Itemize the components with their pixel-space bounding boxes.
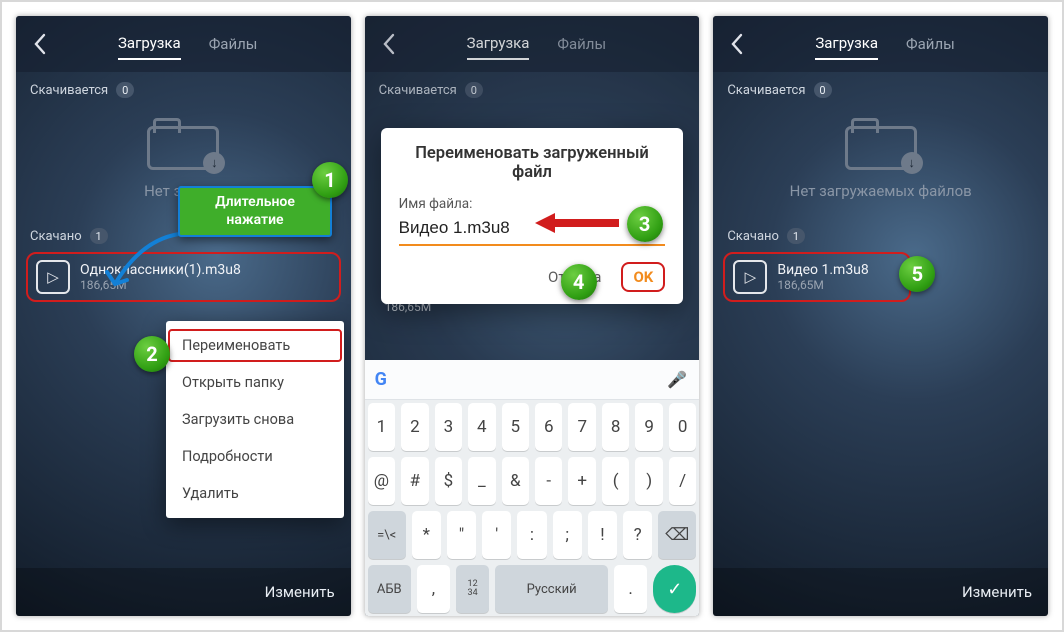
key-amp[interactable]: & (502, 457, 529, 505)
key-question[interactable]: ? (623, 511, 652, 559)
key-plus[interactable]: + (568, 457, 595, 505)
key-slash[interactable]: / (669, 457, 696, 505)
context-menu: Переименовать Открыть папку Загрузить сн… (166, 321, 344, 518)
edit-button[interactable]: Изменить (265, 583, 335, 601)
key-star[interactable]: * (412, 511, 441, 559)
tab-files[interactable]: Файлы (209, 29, 258, 59)
folder-download-icon: ↓ (845, 116, 917, 170)
video-file-icon: ▷ (733, 260, 767, 294)
google-logo-icon: G (375, 369, 387, 390)
downloaded-section: Скачано 1 (713, 218, 1048, 250)
onscreen-keyboard: G 🎤 1 2 3 4 5 6 7 8 9 0 @ # (365, 360, 700, 616)
file-size: 186,65M (777, 278, 868, 292)
key-hash[interactable]: # (401, 457, 428, 505)
kbd-row-2: @ # $ _ & - + ( ) / (365, 454, 700, 508)
key-colon[interactable]: : (517, 511, 546, 559)
tab-download[interactable]: Загрузка (815, 28, 878, 60)
key-backspace[interactable]: ⌫ (658, 511, 696, 559)
ok-button[interactable]: OK (621, 262, 665, 292)
kbd-row-1: 1 2 3 4 5 6 7 8 9 0 (365, 400, 700, 454)
kbd-row-3: =\< * " ' : ; ! ? ⌫ (365, 508, 700, 562)
ctx-reload[interactable]: Загрузить снова (166, 401, 344, 438)
key-squote[interactable]: ' (482, 511, 511, 559)
panel-3-after: Загрузка Файлы Скачивается 0 ↓ Нет загру… (713, 16, 1048, 616)
key-3[interactable]: 3 (435, 403, 462, 451)
tooltip-arrow-icon (101, 230, 191, 300)
ctx-delete[interactable]: Удалить (166, 475, 344, 512)
key-dot[interactable]: . (614, 565, 647, 613)
downloaded-file-item[interactable]: ▷ Видео 1.m3u8 186,65M (723, 252, 911, 302)
key-minus[interactable]: - (535, 457, 562, 505)
key-excl[interactable]: ! (588, 511, 617, 559)
red-arrow-icon (533, 210, 621, 236)
dialog-title: Переименовать загруженный файл (399, 144, 666, 182)
edit-button[interactable]: Изменить (962, 583, 1032, 601)
key-0[interactable]: 0 (669, 403, 696, 451)
downloading-label: Скачивается (30, 83, 108, 98)
folder-download-icon: ↓ (147, 116, 219, 170)
key-6[interactable]: 6 (535, 403, 562, 451)
downloading-label: Скачивается (727, 83, 805, 98)
key-at[interactable]: @ (368, 457, 395, 505)
key-space[interactable]: Русский (495, 565, 608, 613)
panel-2-rename-dialog: Загрузка Файлы Скачивается 0 186,65M Пер… (365, 16, 700, 616)
step-bubble-1: 1 (312, 162, 348, 198)
footer: Изменить (713, 568, 1048, 616)
key-2[interactable]: 2 (401, 403, 428, 451)
tabs: Загрузка Файлы (815, 28, 954, 60)
downloading-section: Скачивается 0 (16, 72, 351, 104)
tab-download[interactable]: Загрузка (118, 28, 181, 60)
topbar: Загрузка Файлы (16, 16, 351, 72)
key-dollar[interactable]: $ (435, 457, 462, 505)
key-enter[interactable]: ✓ (653, 565, 696, 613)
tab-files[interactable]: Файлы (906, 29, 955, 59)
step-bubble-4: 4 (561, 264, 597, 300)
empty-text: Нет загружаемых файлов (790, 182, 972, 200)
ctx-rename[interactable]: Переименовать (166, 327, 344, 364)
key-dquote[interactable]: " (447, 511, 476, 559)
video-file-icon: ▷ (36, 260, 70, 294)
topbar: Загрузка Файлы (713, 16, 1048, 72)
downloaded-count: 1 (787, 228, 805, 244)
ctx-open-folder[interactable]: Открыть папку (166, 364, 344, 401)
key-9[interactable]: 9 (635, 403, 662, 451)
key-comma[interactable]: , (417, 565, 450, 613)
key-semicolon[interactable]: ; (553, 511, 582, 559)
downloaded-label: Скачано (30, 229, 82, 244)
key-numfrac[interactable]: 12 34 (456, 565, 489, 613)
kbd-row-4: АБВ , 12 34 Русский . ✓ (365, 562, 700, 616)
empty-state: ↓ Нет загружаемых файлов (713, 104, 1048, 218)
key-underscore[interactable]: _ (468, 457, 495, 505)
long-press-tooltip: Длительное нажатие (178, 186, 332, 237)
key-8[interactable]: 8 (602, 403, 629, 451)
keyboard-suggestion-bar: G 🎤 (365, 360, 700, 400)
key-4[interactable]: 4 (468, 403, 495, 451)
key-symbols[interactable]: =\< (368, 511, 406, 559)
downloaded-label: Скачано (727, 229, 779, 244)
footer: Изменить (16, 568, 351, 616)
key-7[interactable]: 7 (568, 403, 595, 451)
downloading-section: Скачивается 0 (713, 72, 1048, 104)
mic-icon[interactable]: 🎤 (665, 368, 689, 392)
key-lparen[interactable]: ( (602, 457, 629, 505)
back-button[interactable] (22, 16, 58, 72)
file-name: Видео 1.m3u8 (777, 262, 868, 278)
step-bubble-5: 5 (899, 256, 935, 292)
step-bubble-2: 2 (134, 336, 170, 372)
chevron-left-icon (730, 33, 744, 55)
downloading-count: 0 (814, 82, 832, 98)
back-button[interactable] (719, 16, 755, 72)
key-5[interactable]: 5 (502, 403, 529, 451)
panel-1-before: Загрузка Файлы Скачивается 0 ↓ Нет загру… (16, 16, 351, 616)
chevron-left-icon (33, 33, 47, 55)
ctx-details[interactable]: Подробности (166, 438, 344, 475)
tabs: Загрузка Файлы (118, 28, 257, 60)
key-1[interactable]: 1 (368, 403, 395, 451)
key-abc[interactable]: АБВ (368, 565, 411, 613)
step-bubble-3: 3 (627, 206, 663, 242)
key-rparen[interactable]: ) (635, 457, 662, 505)
downloading-count: 0 (116, 82, 134, 98)
